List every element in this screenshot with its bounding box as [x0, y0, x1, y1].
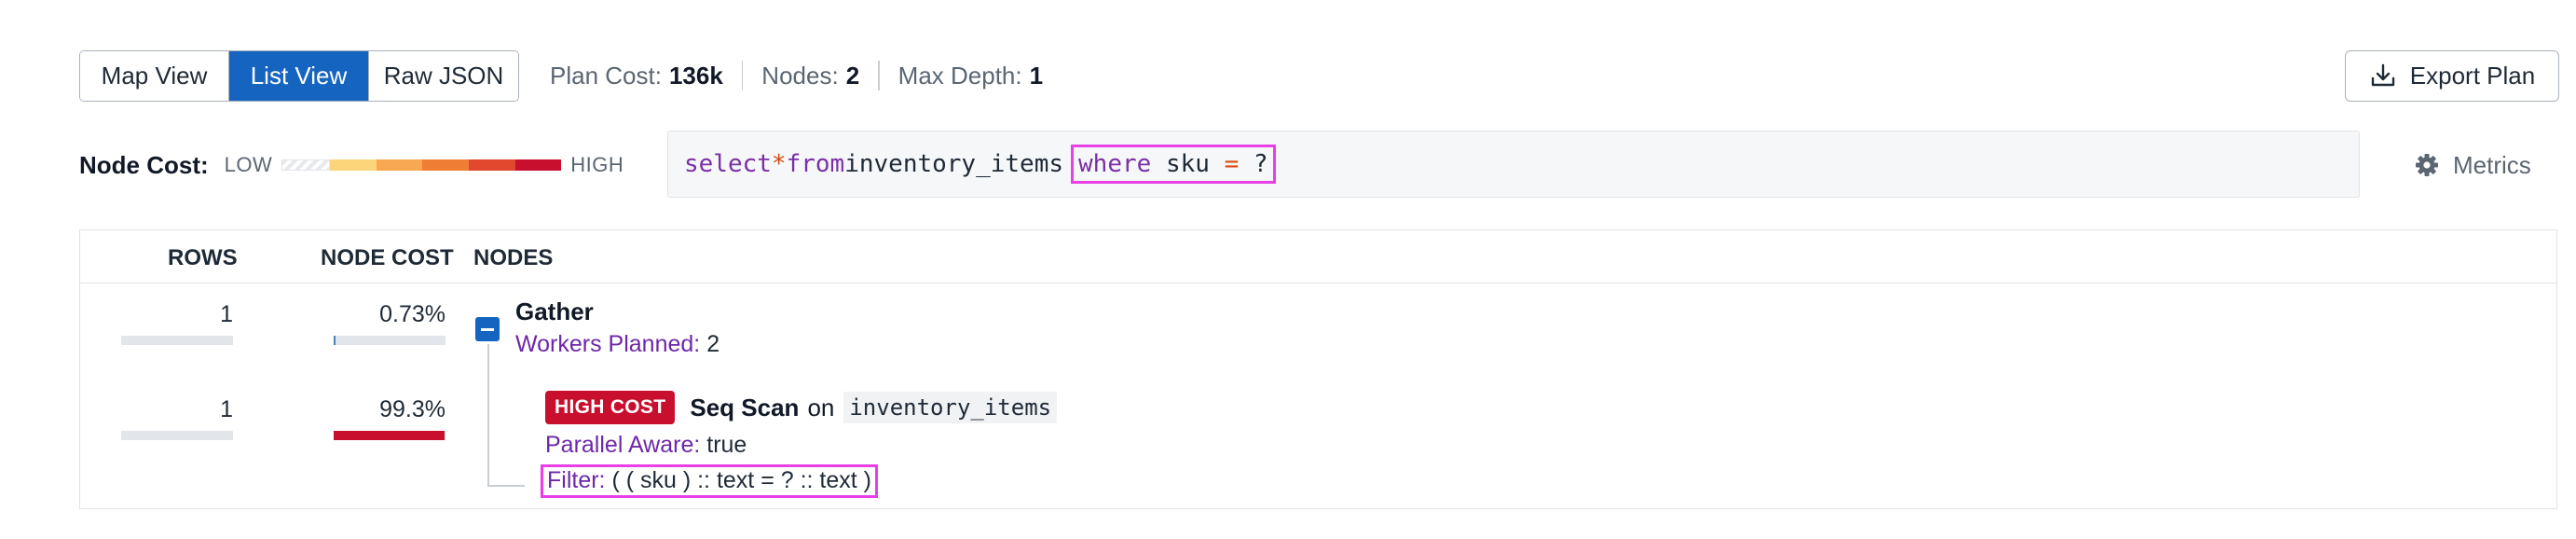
gear-icon [2414, 152, 2440, 178]
nodes-column-header: NODES [473, 245, 554, 270]
tree-connector-horizontal [487, 485, 525, 487]
workers-planned-value: 2 [706, 331, 720, 357]
rows-bar [121, 431, 233, 440]
plan-cost-stat: Plan Cost: 136k [550, 62, 723, 90]
toolbar: Map View List View Raw JSON Plan Cost: 1… [79, 49, 2559, 102]
download-icon [2369, 62, 2397, 90]
tree-connector-vertical [487, 344, 489, 486]
max-depth-stat: Max Depth: 1 [898, 62, 1043, 90]
parallel-aware-key: Parallel Aware: [545, 432, 701, 458]
query-column: sku [1165, 150, 1210, 178]
seq-scan-on-text: on [807, 393, 835, 422]
seq-scan-relation: inventory_items [843, 392, 1058, 423]
gather-rows-metric: 1 [121, 301, 233, 345]
plan-stats: Plan Cost: 136k Nodes: 2 Max Depth: 1 [550, 61, 1043, 90]
gather-workers-planned: Workers Planned: 2 [515, 331, 719, 358]
cost-scale-step [468, 159, 515, 171]
high-cost-badge: HIGH COST [545, 391, 676, 424]
cost-scale-step [281, 159, 330, 171]
plan-cost-value: 136k [668, 61, 723, 90]
seq-scan-node-title[interactable]: HIGH COST Seq Scan on inventory_items [545, 391, 1058, 424]
view-toggle: Map View List View Raw JSON [79, 49, 519, 102]
collapse-node-button[interactable] [475, 317, 500, 341]
metrics-button[interactable]: Metrics [2414, 145, 2531, 186]
query-from-keyword: from [786, 150, 845, 178]
raw-json-button[interactable]: Raw JSON [369, 50, 518, 101]
rows-bar [121, 336, 233, 345]
gather-cost-value: 0.73% [379, 301, 445, 327]
cost-scale-bar [281, 159, 562, 171]
node-cost-column-header: NODE COST [321, 245, 454, 270]
stat-divider [878, 61, 880, 90]
nodes-label: Nodes: [761, 61, 839, 90]
query-star: * [771, 150, 787, 178]
cost-bar [334, 431, 445, 440]
node-cost-title: Node Cost: [79, 150, 209, 179]
cost-bar [334, 336, 445, 345]
metrics-label: Metrics [2453, 150, 2531, 179]
query-param: ? [1253, 150, 1268, 178]
minus-icon [481, 327, 494, 331]
export-plan-label: Export Plan [2409, 61, 2536, 90]
seq-scan-parallel-aware: Parallel Aware: true [545, 432, 747, 459]
seq-scan-rows-metric: 1 [121, 396, 233, 440]
list-view-button[interactable]: List View [229, 50, 369, 101]
cost-bar-fill [334, 431, 445, 440]
gather-rows-value: 1 [220, 301, 233, 327]
plan-cost-label: Plan Cost: [550, 61, 662, 90]
cost-scale-step [329, 159, 377, 171]
seq-scan-filter: Filter: ( ( sku ) :: text = ? :: text ) [541, 464, 878, 498]
filter-value: ( ( sku ) :: text = ? :: text ) [611, 467, 871, 493]
cost-bar-fill [334, 336, 336, 345]
query-table-name: inventory_items [844, 150, 1064, 178]
query-select-keyword: select [684, 150, 772, 178]
query-highlight: where sku = ? [1071, 145, 1276, 184]
seq-scan-cost-metric: 99.3% [334, 396, 445, 440]
gather-node-name: Gather [515, 297, 594, 325]
plan-node-table: ROWS NODE COST NODES 1 0.73% 1 99.3% Gat… [79, 229, 2557, 509]
legend-low-label: LOW [224, 153, 273, 176]
max-depth-label: Max Depth: [897, 61, 1022, 90]
seq-scan-cost-value: 99.3% [379, 396, 445, 422]
cost-scale-step [422, 159, 469, 171]
parallel-aware-value: true [706, 432, 747, 458]
gather-cost-metric: 0.73% [334, 301, 445, 345]
table-header: ROWS NODE COST NODES [80, 230, 2556, 283]
filter-key: Filter: [547, 467, 606, 493]
stat-divider [741, 61, 744, 90]
cost-scale-step [376, 159, 423, 171]
map-view-button[interactable]: Map View [80, 50, 229, 101]
seq-scan-node-name: Seq Scan [690, 393, 800, 422]
rows-column-header: ROWS [168, 245, 238, 270]
legend-high-label: HIGH [570, 153, 624, 176]
node-cost-legend: Node Cost: LOW HIGH [79, 132, 638, 198]
query-operator: = [1224, 150, 1240, 178]
seq-scan-rows-value: 1 [220, 396, 233, 422]
gather-node-title[interactable]: Gather [515, 297, 594, 326]
query-where-keyword: where [1078, 150, 1152, 178]
cost-scale-step [514, 159, 562, 171]
workers-planned-key: Workers Planned: [515, 331, 701, 357]
max-depth-value: 1 [1029, 61, 1044, 90]
query-text: select * from inventory_items where sku =… [667, 131, 2360, 198]
nodes-value: 2 [845, 61, 860, 90]
nodes-stat: Nodes: 2 [761, 62, 859, 90]
export-plan-button[interactable]: Export Plan [2345, 49, 2559, 102]
